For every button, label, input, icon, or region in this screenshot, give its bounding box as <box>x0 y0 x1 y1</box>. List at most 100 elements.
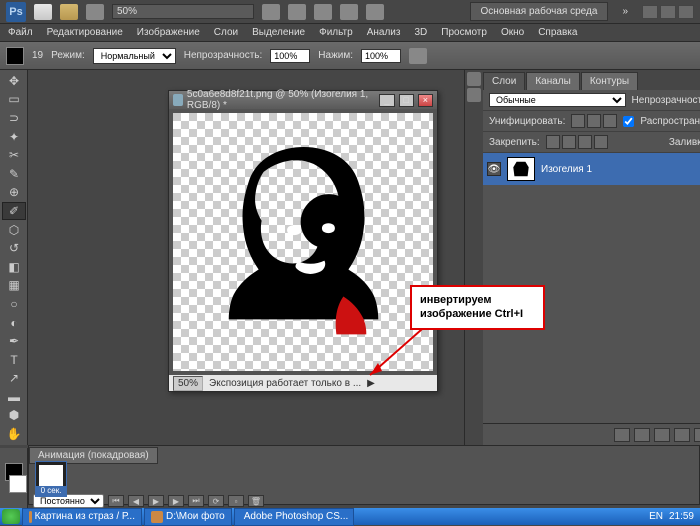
strip-icon[interactable] <box>467 88 481 102</box>
fx-icon[interactable] <box>634 428 650 442</box>
view-icon[interactable] <box>86 4 104 20</box>
shape-tool[interactable]: ▬ <box>2 388 26 406</box>
doc-zoom[interactable]: 50% <box>173 376 203 391</box>
eraser-tool[interactable]: ◧ <box>2 258 26 276</box>
menu-3d[interactable]: 3D <box>414 27 427 38</box>
layer-name[interactable]: Изогелия 1 <box>541 164 592 175</box>
lock-all-icon[interactable] <box>594 135 608 149</box>
hand-icon[interactable] <box>262 4 280 20</box>
rotate-icon[interactable] <box>314 4 332 20</box>
hand-tool[interactable]: ✋ <box>2 425 26 443</box>
app-icon <box>29 511 32 523</box>
lock-trans-icon[interactable] <box>546 135 560 149</box>
doc-close[interactable]: × <box>418 94 433 107</box>
tween-icon[interactable]: ⟳ <box>208 495 224 507</box>
start-button[interactable] <box>2 509 20 524</box>
lock-pos-icon[interactable] <box>578 135 592 149</box>
opacity-input[interactable] <box>270 49 310 63</box>
play-icon[interactable]: ▶ <box>148 495 164 507</box>
menu-edit[interactable]: Редактирование <box>47 27 123 38</box>
menu-help[interactable]: Справка <box>538 27 577 38</box>
tab-paths[interactable]: Контуры <box>581 72 638 90</box>
document-titlebar[interactable]: 5c0a6e8d8f21t.png @ 50% (Изогелия 1, RGB… <box>169 91 437 109</box>
bridge-icon[interactable] <box>60 4 78 20</box>
unify-icon[interactable] <box>587 114 601 128</box>
path-tool[interactable]: ↗ <box>2 370 26 388</box>
tab-layers[interactable]: Слои <box>483 72 525 90</box>
pen-tool[interactable]: ✒ <box>2 332 26 350</box>
unify-icon[interactable] <box>603 114 617 128</box>
menu-file[interactable]: Файл <box>8 27 33 38</box>
layer-row[interactable]: 👁 Изогелия 1 <box>483 153 700 185</box>
last-frame-icon[interactable]: ⏭ <box>188 495 204 507</box>
type-tool[interactable]: T <box>2 351 26 369</box>
new-doc-icon[interactable] <box>34 4 52 20</box>
airbrush-icon[interactable] <box>409 48 427 64</box>
menu-layers[interactable]: Слои <box>214 27 238 38</box>
marquee-tool[interactable]: ▭ <box>2 91 26 109</box>
zoomtool-icon[interactable] <box>288 4 306 20</box>
blend-mode-select[interactable]: Обычные <box>489 93 626 107</box>
history-brush-tool[interactable]: ↺ <box>2 239 26 257</box>
menu-window[interactable]: Окно <box>501 27 524 38</box>
prev-frame-icon[interactable]: ◀ <box>128 495 144 507</box>
stamp-tool[interactable]: ⬡ <box>2 221 26 239</box>
next-frame-icon[interactable]: ▶ <box>168 495 184 507</box>
tab-channels[interactable]: Каналы <box>526 72 580 90</box>
app-topbar: Ps Основная рабочая среда » <box>0 0 700 24</box>
move-tool[interactable]: ✥ <box>2 72 26 90</box>
taskbar-item[interactable]: Adobe Photoshop CS... <box>234 508 354 526</box>
doc-minimize[interactable]: _ <box>379 94 394 107</box>
lock-pixels-icon[interactable] <box>562 135 576 149</box>
menu-view[interactable]: Просмотр <box>441 27 487 38</box>
clock[interactable]: 21:59 <box>669 511 694 522</box>
workspace-button[interactable]: Основная рабочая среда <box>470 2 609 21</box>
delete-frame-icon[interactable]: 🗑 <box>248 495 264 507</box>
animation-frame[interactable]: 0 сек. <box>35 461 67 497</box>
unify-icon[interactable] <box>571 114 585 128</box>
link-icon[interactable] <box>614 428 630 442</box>
app-maximize[interactable] <box>660 5 676 19</box>
menu-analysis[interactable]: Анализ <box>367 27 401 38</box>
brush-preview[interactable] <box>6 47 24 65</box>
frame-time[interactable]: 0 сек. <box>36 486 66 496</box>
options-bar: 19 Режим: Нормальный Непрозрачность: Наж… <box>0 42 700 70</box>
heal-tool[interactable]: ⊕ <box>2 184 26 202</box>
crop-tool[interactable]: ✂ <box>2 146 26 164</box>
dodge-tool[interactable]: ◐ <box>2 314 26 332</box>
zoom-select[interactable] <box>112 4 254 19</box>
bg-color[interactable] <box>9 475 27 493</box>
gradient-tool[interactable]: ▦ <box>2 277 26 295</box>
lasso-tool[interactable]: ⊃ <box>2 109 26 127</box>
doc-maximize[interactable]: □ <box>399 94 414 107</box>
first-frame-icon[interactable]: ⏮ <box>108 495 124 507</box>
group-icon[interactable] <box>694 428 700 442</box>
mode-select[interactable]: Нормальный <box>93 48 176 64</box>
wand-tool[interactable]: ✦ <box>2 128 26 146</box>
eyedropper-tool[interactable]: ✎ <box>2 165 26 183</box>
animation-panel: Анимация (покадровая) 0 сек. Постоянно ⏮… <box>28 445 700 505</box>
brush-tool[interactable]: ✐ <box>2 202 26 220</box>
app-close[interactable] <box>678 5 694 19</box>
taskbar-item[interactable]: Картина из страз / Р... <box>22 508 142 526</box>
propagate-checkbox[interactable] <box>623 116 634 127</box>
lang-indicator[interactable]: EN <box>649 511 663 522</box>
layer-thumbnail[interactable] <box>507 157 535 181</box>
chevrons-icon[interactable]: » <box>622 6 628 17</box>
menu-filter[interactable]: Фильтр <box>319 27 353 38</box>
mask-icon[interactable] <box>654 428 670 442</box>
arrange-icon[interactable] <box>340 4 358 20</box>
visibility-icon[interactable]: 👁 <box>487 162 501 176</box>
adjustment-icon[interactable] <box>674 428 690 442</box>
strip-icon[interactable] <box>467 72 481 86</box>
new-frame-icon[interactable]: ▫ <box>228 495 244 507</box>
taskbar-item[interactable]: D:\Мои фото <box>144 508 232 526</box>
app-minimize[interactable] <box>642 5 658 19</box>
annotation-box: инвертируем изображение Ctrl+I <box>410 285 545 330</box>
flow-input[interactable] <box>361 49 401 63</box>
menu-image[interactable]: Изображение <box>137 27 200 38</box>
menu-select[interactable]: Выделение <box>252 27 305 38</box>
blur-tool[interactable]: ○ <box>2 295 26 313</box>
screen-icon[interactable] <box>366 4 384 20</box>
3d-tool[interactable]: ⬢ <box>2 407 26 425</box>
